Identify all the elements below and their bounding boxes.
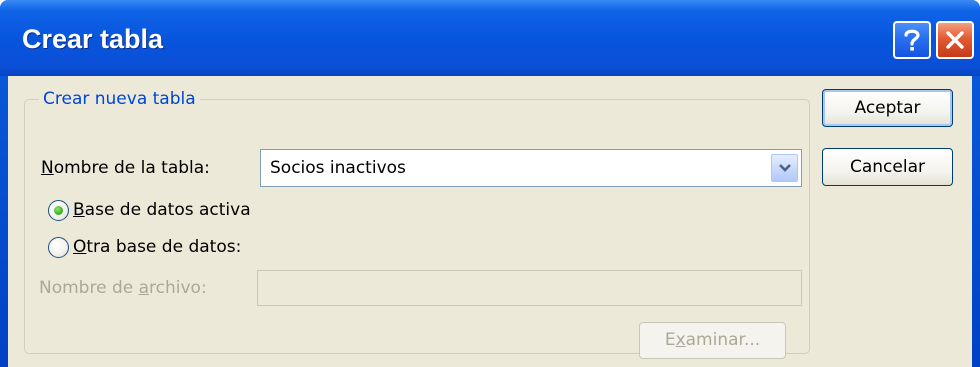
create-table-group: Crear nueva tabla Nombre de la tabla: So… [24,88,810,359]
chevron-down-icon [778,164,791,172]
table-name-value[interactable]: Socios inactivos [270,150,406,186]
close-x-icon [946,31,964,49]
table-name-accel: N [41,158,54,178]
ok-button[interactable]: Aceptar [822,89,953,127]
file-name-field[interactable] [257,270,802,306]
radio-other-database-label[interactable]: Otra base de datos: [73,236,241,258]
dialog-window: Crear tabla Crear nueva tabla Nombre de … [0,0,980,367]
question-mark-icon [904,29,920,51]
dropdown-button[interactable] [771,154,798,182]
close-button[interactable] [936,21,974,59]
group-legend: Crear nueva tabla [39,88,200,110]
file-name-label: Nombre de archivo: [39,278,207,298]
table-name-combobox[interactable]: Socios inactivos [260,149,802,187]
radio-active-database-label[interactable]: Base de datos activa [73,199,251,221]
dialog-title: Crear tabla [22,24,164,54]
help-button[interactable] [893,21,931,59]
radio-button-selected[interactable] [48,199,69,221]
dialog-body: Crear nueva tabla Nombre de la tabla: So… [8,76,972,367]
radio-other-database[interactable]: Otra base de datos: [48,233,241,261]
cancel-button[interactable]: Cancelar [822,148,953,186]
browse-button[interactable]: Examinar... [639,322,786,359]
radio-button-unselected[interactable] [48,236,69,258]
table-name-label: Nombre de la tabla: [41,158,210,178]
radio-active-database[interactable]: Base de datos activa [48,196,251,224]
title-bar[interactable]: Crear tabla [0,0,980,76]
radio-selected-dot [54,205,63,215]
